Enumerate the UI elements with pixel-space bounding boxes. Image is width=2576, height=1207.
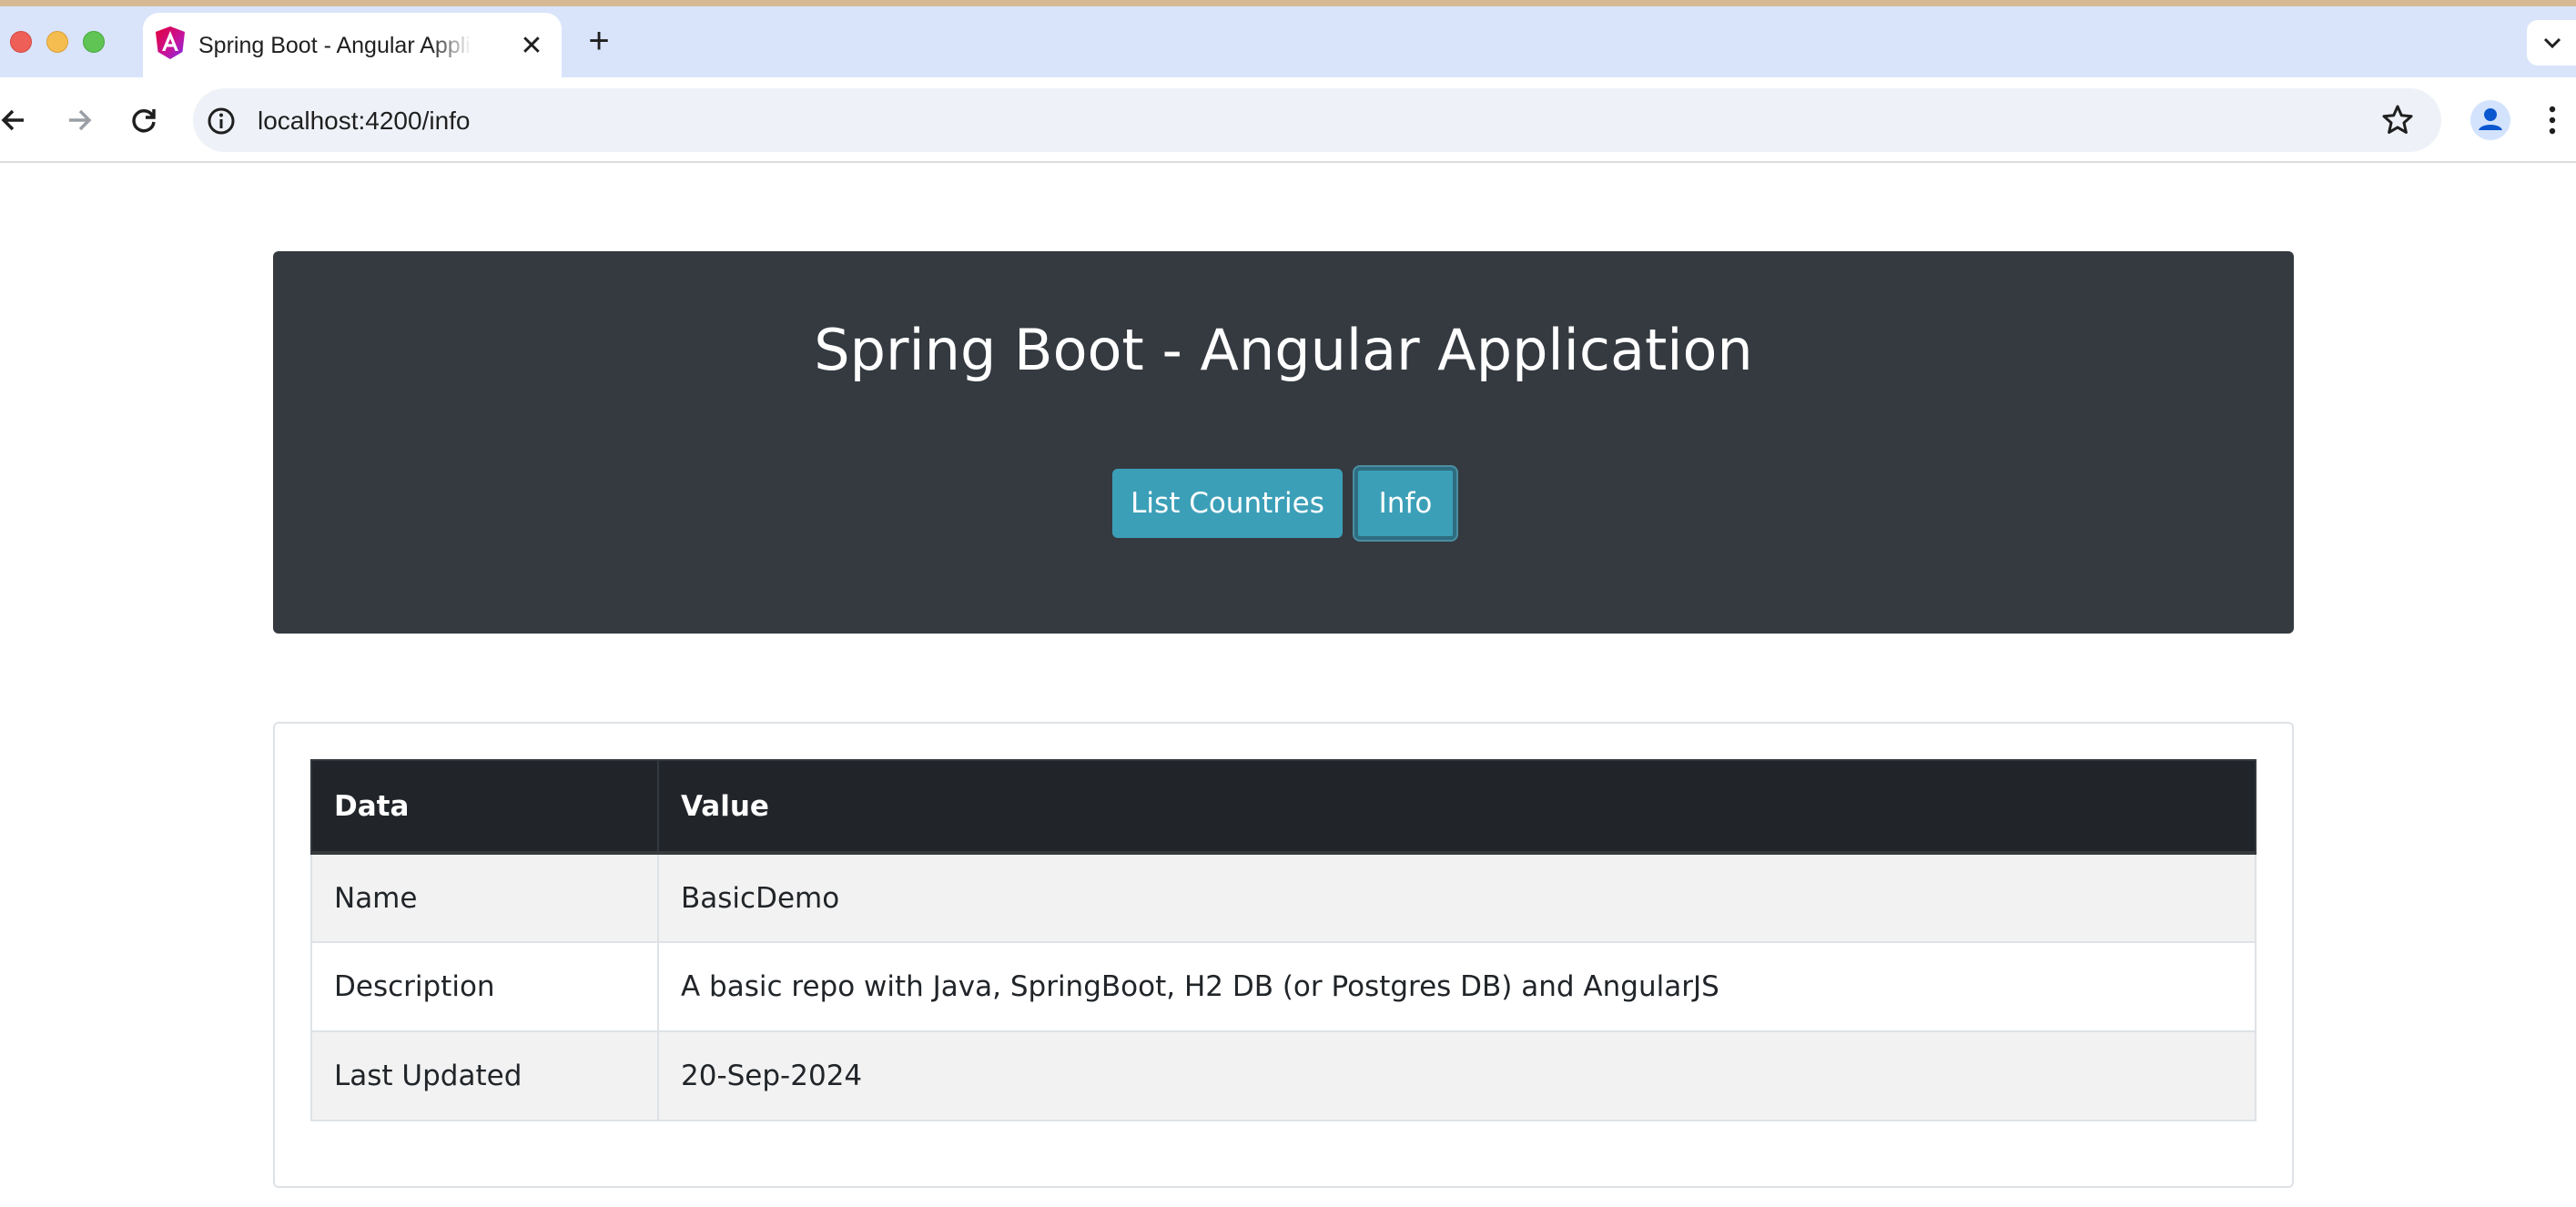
angular-logo-icon [156,26,185,59]
page-title: Spring Boot - Angular Application [814,317,1753,383]
table-row: Last Updated 20-Sep-2024 [310,1030,2257,1121]
back-arrow-icon[interactable] [0,102,33,138]
chevron-down-icon [2543,37,2561,49]
tab-title: Spring Boot - Angular Application [198,33,472,58]
table-header-row: Data Value [310,759,2257,855]
column-header-value: Value [657,759,2257,855]
table-row: Description A basic repo with Java, Spri… [310,941,2257,1032]
tab-search-button[interactable] [2527,20,2576,66]
table-cell-data: Last Updated [310,1030,659,1121]
table-cell-value: 20-Sep-2024 [657,1030,2257,1121]
window-top-edge [0,0,2576,6]
column-header-data: Data [310,759,659,855]
table-cell-value: A basic repo with Java, SpringBoot, H2 D… [657,941,2257,1032]
info-table: Data Value Name BasicDemo Description A … [310,759,2257,1121]
profile-avatar-icon[interactable] [2470,99,2511,141]
new-tab-button[interactable]: + [583,23,615,59]
table-cell-data: Name [310,852,659,943]
bookmark-star-icon[interactable] [2379,102,2416,138]
maximize-window-button[interactable] [83,31,105,53]
address-bar[interactable] [193,88,2441,152]
site-info-icon[interactable] [206,106,237,137]
table-row: Name BasicDemo [310,852,2257,943]
app-header-jumbotron [273,251,2294,634]
close-tab-icon[interactable]: ✕ [518,33,545,60]
minimize-window-button[interactable] [46,31,68,53]
forward-arrow-icon[interactable] [60,102,96,138]
table-cell-data: Description [310,941,659,1032]
close-window-button[interactable] [10,31,32,53]
browser-tab-active[interactable]: Spring Boot - Angular Application ✕ [143,13,562,77]
url-text[interactable]: localhost:4200/info [258,103,471,139]
table-cell-value: BasicDemo [657,852,2257,943]
more-menu-icon[interactable] [2541,102,2563,138]
reload-icon[interactable] [126,102,162,138]
info-button[interactable]: Info [1354,467,1456,540]
list-countries-button[interactable]: List Countries [1112,469,1343,538]
